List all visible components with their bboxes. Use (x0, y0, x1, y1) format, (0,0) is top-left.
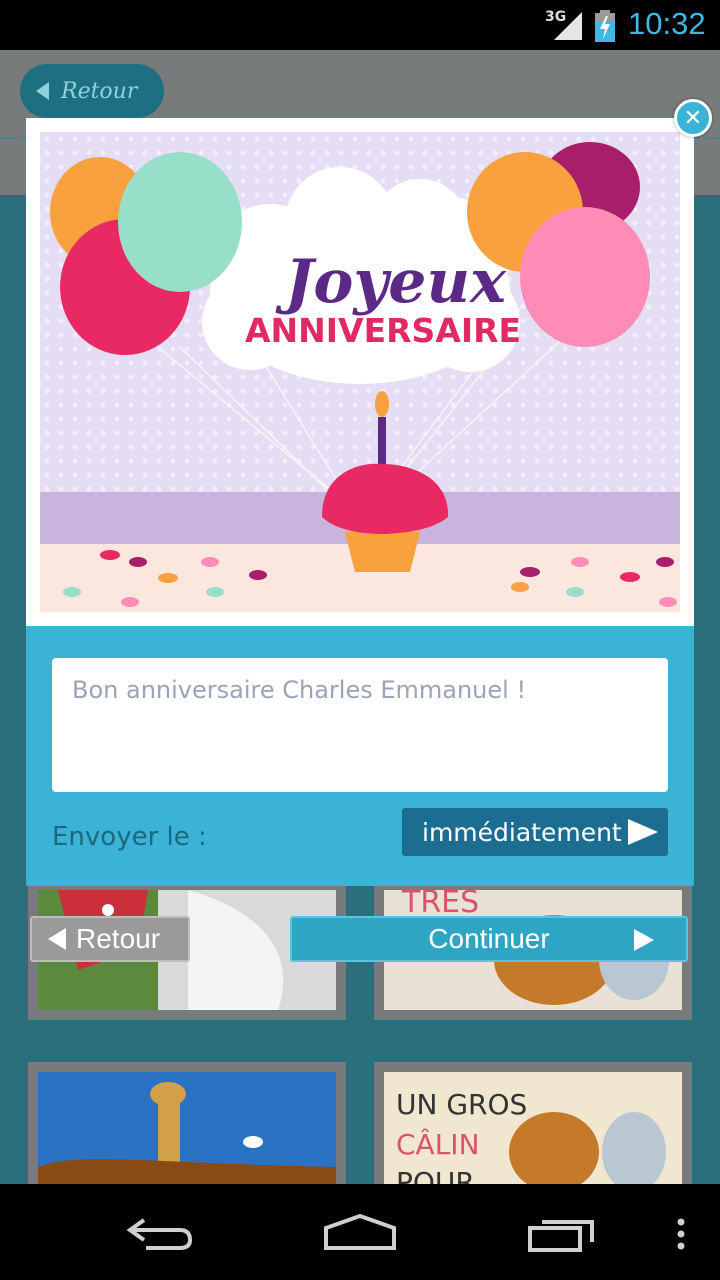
dialog-form: Bon anniversaire Charles Emmanuel ! Envo… (26, 626, 694, 886)
card-preview-frame: Joyeux ANNIVERSAIRE (26, 118, 694, 626)
play-arrow-icon (627, 819, 658, 845)
card-thumbnail-image (38, 1072, 336, 1184)
card-thumbnail-image: UN GROS CÂLIN POUR (384, 1072, 682, 1184)
send-date-value: immédiatement (422, 817, 622, 847)
recents-nav-icon[interactable] (526, 1212, 598, 1254)
back-button[interactable]: Retour (30, 916, 190, 962)
card-thumbnail[interactable]: UN GROS CÂLIN POUR (374, 1062, 692, 1184)
back-button-label: Retour (76, 923, 161, 954)
home-nav-icon[interactable] (322, 1212, 398, 1252)
birthday-card-image: Joyeux ANNIVERSAIRE (40, 132, 680, 612)
header-back-button[interactable]: Retour (20, 64, 164, 118)
message-input[interactable]: Bon anniversaire Charles Emmanuel ! (52, 658, 668, 792)
card-title-line1: Joyeux (275, 247, 507, 317)
clock: 10:32 (628, 6, 706, 41)
battery-charging-icon (595, 10, 615, 42)
send-date-label: Envoyer le : (52, 822, 207, 852)
card-title-line2: ANNIVERSAIRE (245, 311, 521, 350)
back-arrow-icon (36, 82, 49, 100)
forward-arrow-icon (634, 929, 654, 951)
card-thumbnail[interactable] (28, 1062, 346, 1184)
card-preview-dialog: Joyeux ANNIVERSAIRE Bon anniversaire Cha… (26, 118, 694, 886)
continue-button-label: Continuer (428, 923, 550, 954)
continue-button[interactable]: Continuer (290, 916, 688, 962)
back-nav-icon[interactable] (126, 1212, 194, 1252)
close-icon[interactable]: ✕ (674, 99, 712, 137)
system-nav-bar (0, 1184, 720, 1280)
status-bar: 3G 10:32 (0, 0, 720, 50)
menu-nav-icon[interactable] (676, 1218, 686, 1250)
card-thumbnail-text: CÂLIN (396, 1127, 480, 1161)
card-thumbnail-text: UN GROS (396, 1088, 527, 1121)
card-thumbnail-text: POUR (396, 1166, 475, 1184)
back-arrow-icon (48, 928, 66, 950)
signal-icon (554, 12, 582, 40)
send-date-button[interactable]: immédiatement (402, 808, 668, 856)
header-back-label: Retour (61, 78, 138, 104)
